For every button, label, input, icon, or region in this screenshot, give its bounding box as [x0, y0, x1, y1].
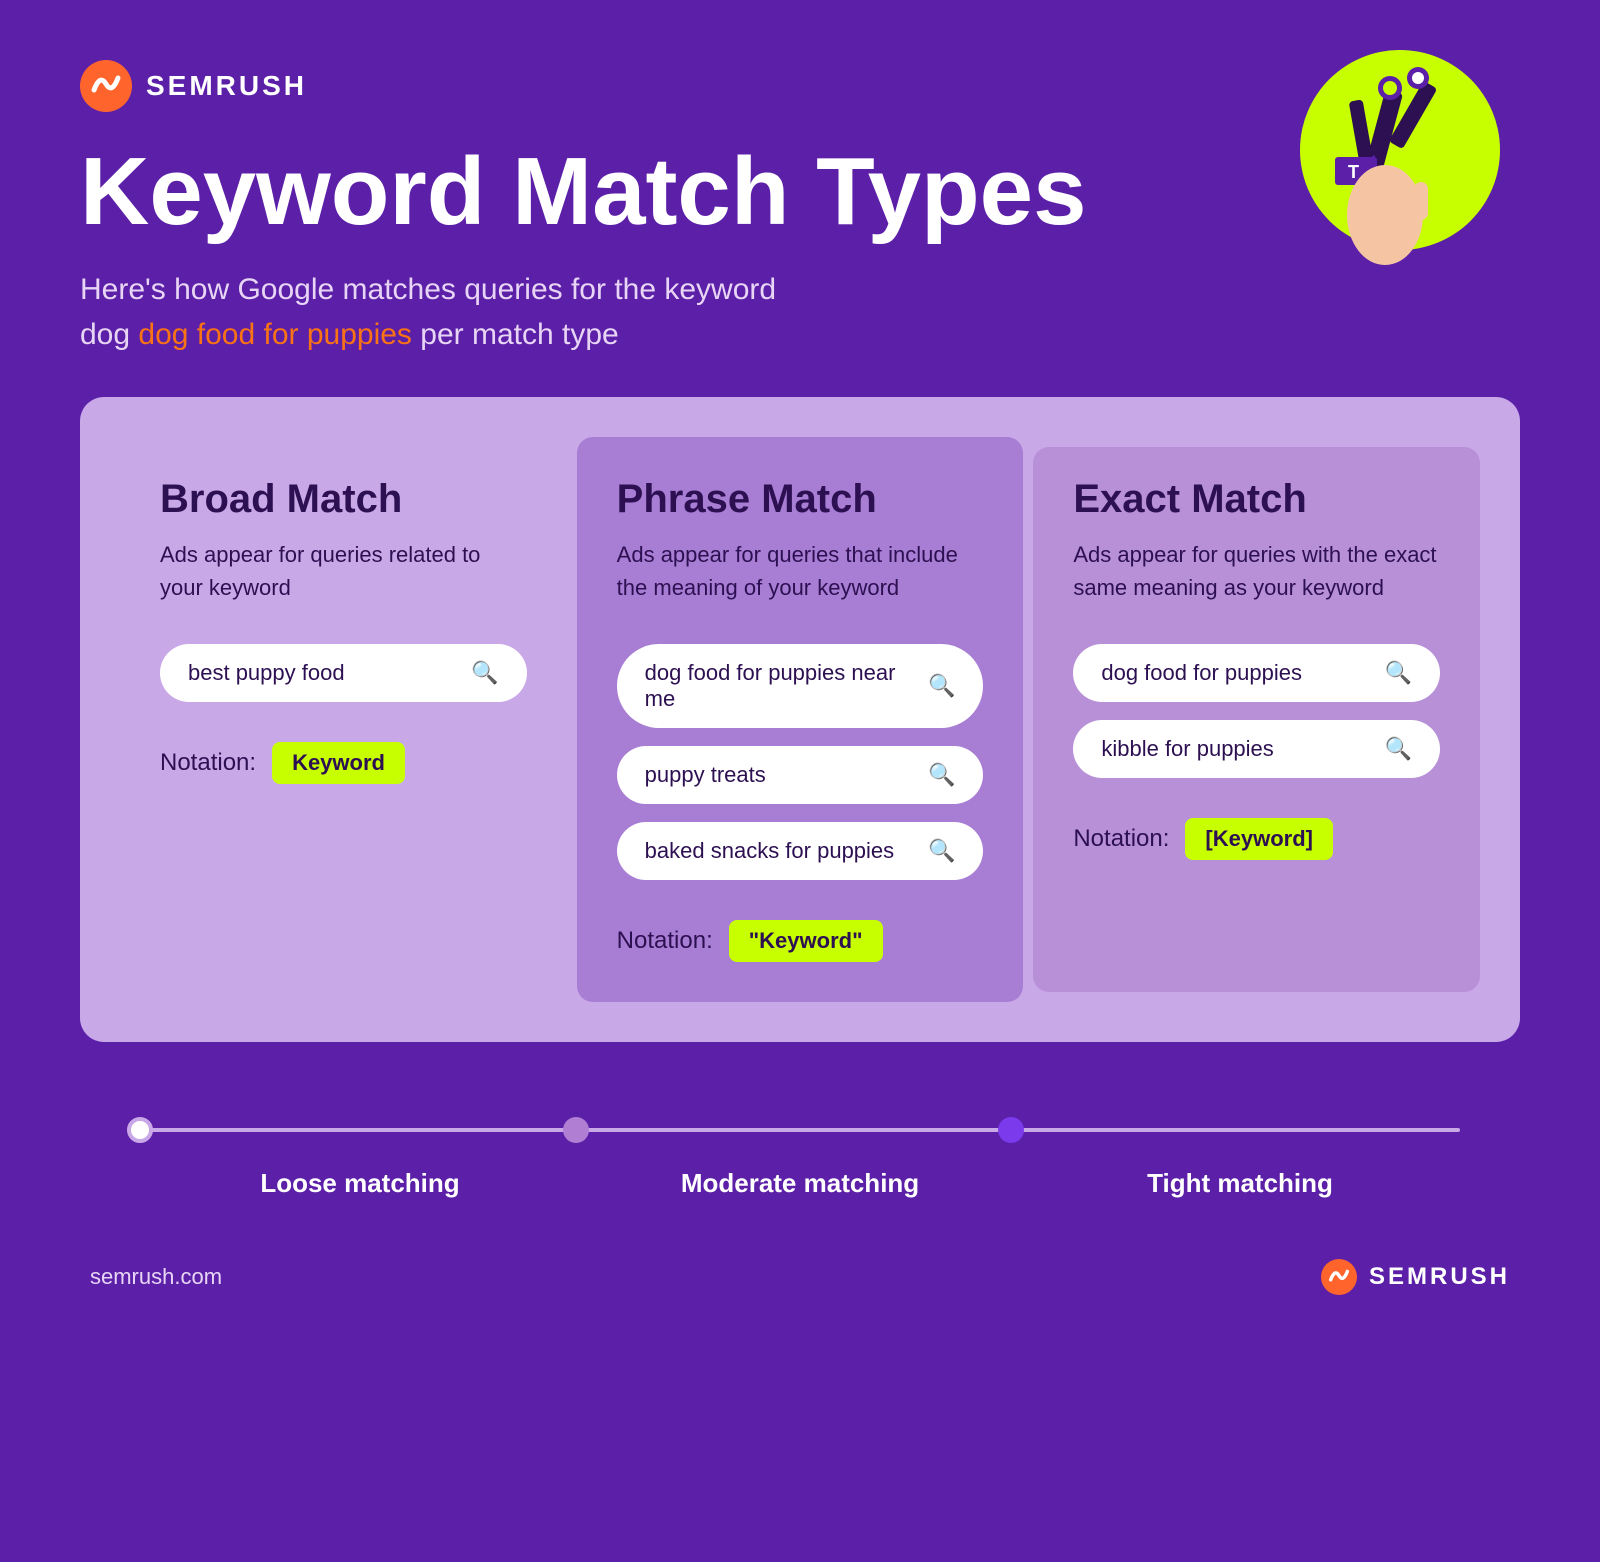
phrase-search-text-3: baked snacks for puppies [645, 838, 895, 864]
slider-labels: Loose matching Moderate matching Tight m… [140, 1168, 1460, 1199]
broad-search-text-1: best puppy food [188, 660, 345, 686]
phrase-notation-row: Notation: "Keyword" [617, 920, 984, 962]
exact-match-desc: Ads appear for queries with the exact sa… [1073, 538, 1440, 604]
phrase-search-pill-1: dog food for puppies near me 🔍 [617, 644, 984, 728]
slider-section: Loose matching Moderate matching Tight m… [80, 1112, 1520, 1199]
broad-notation-label: Notation: [160, 749, 256, 777]
phrase-search-text-1: dog food for puppies near me [645, 660, 916, 712]
broad-match-desc: Ads appear for queries related to your k… [160, 538, 527, 604]
exact-search-icon-2: 🔍 [1385, 736, 1412, 762]
footer-logo-text: SEMRUSH [1369, 1263, 1510, 1291]
phrase-match-column: Phrase Match Ads appear for queries that… [577, 437, 1024, 1002]
exact-search-pill-2: kibble for puppies 🔍 [1073, 720, 1440, 778]
footer-logo: SEMRUSH [1321, 1259, 1510, 1295]
broad-notation-badge: Keyword [272, 742, 405, 784]
phrase-search-pill-2: puppy treats 🔍 [617, 746, 984, 804]
broad-search-icon-1: 🔍 [471, 660, 498, 686]
exact-notation-row: Notation: [Keyword] [1073, 818, 1440, 860]
exact-notation-label: Notation: [1073, 825, 1169, 853]
logo-area: SEMRUSH [80, 60, 307, 112]
phrase-match-desc: Ads appear for queries that include the … [617, 538, 984, 604]
footer: semrush.com SEMRUSH [80, 1259, 1520, 1295]
exact-search-text-1: dog food for puppies [1101, 660, 1302, 686]
slider-dot-right [998, 1117, 1024, 1143]
slider-label-loose: Loose matching [260, 1168, 459, 1198]
exact-search-text-2: kibble for puppies [1101, 736, 1273, 762]
footer-logo-icon [1321, 1259, 1357, 1295]
phrase-match-title: Phrase Match [617, 477, 984, 522]
subtitle-plain: Here's how Google matches queries for th… [80, 273, 776, 306]
exact-match-title: Exact Match [1073, 477, 1440, 522]
page-wrapper: SEMRUSH T Keyword Matc [0, 0, 1600, 1562]
subtitle-suffix: per match type [412, 318, 619, 351]
exact-search-pill-1: dog food for puppies 🔍 [1073, 644, 1440, 702]
phrase-search-text-2: puppy treats [645, 762, 766, 788]
slider-track [140, 1112, 1460, 1148]
slider-label-moderate: Moderate matching [681, 1168, 919, 1198]
footer-url: semrush.com [90, 1264, 222, 1290]
svg-text:T: T [1348, 162, 1359, 182]
phrase-search-pill-3: baked snacks for puppies 🔍 [617, 822, 984, 880]
broad-match-title: Broad Match [160, 477, 527, 522]
broad-search-pill-1: best puppy food 🔍 [160, 644, 527, 702]
phrase-search-icon-2: 🔍 [928, 762, 955, 788]
subtitle-keyword: dog food for puppies [138, 318, 412, 351]
exact-notation-badge: [Keyword] [1185, 818, 1333, 860]
broad-match-column: Broad Match Ads appear for queries relat… [120, 447, 567, 992]
slider-label-tight: Tight matching [1147, 1168, 1333, 1198]
phrase-notation-badge: "Keyword" [729, 920, 883, 962]
illustration: T [1260, 30, 1520, 290]
exact-match-column: Exact Match Ads appear for queries with … [1033, 447, 1480, 992]
slider-line [140, 1128, 1460, 1132]
broad-notation-row: Notation: Keyword [160, 742, 527, 784]
phrase-search-icon-1: 🔍 [928, 673, 955, 699]
exact-search-icon-1: 🔍 [1385, 660, 1412, 686]
card-container: Broad Match Ads appear for queries relat… [80, 397, 1520, 1042]
slider-dot-middle [563, 1117, 589, 1143]
semrush-logo-icon [80, 60, 132, 112]
phrase-notation-label: Notation: [617, 927, 713, 955]
logo-text: SEMRUSH [146, 70, 307, 102]
slider-dot-left [127, 1117, 153, 1143]
phrase-search-icon-3: 🔍 [928, 838, 955, 864]
